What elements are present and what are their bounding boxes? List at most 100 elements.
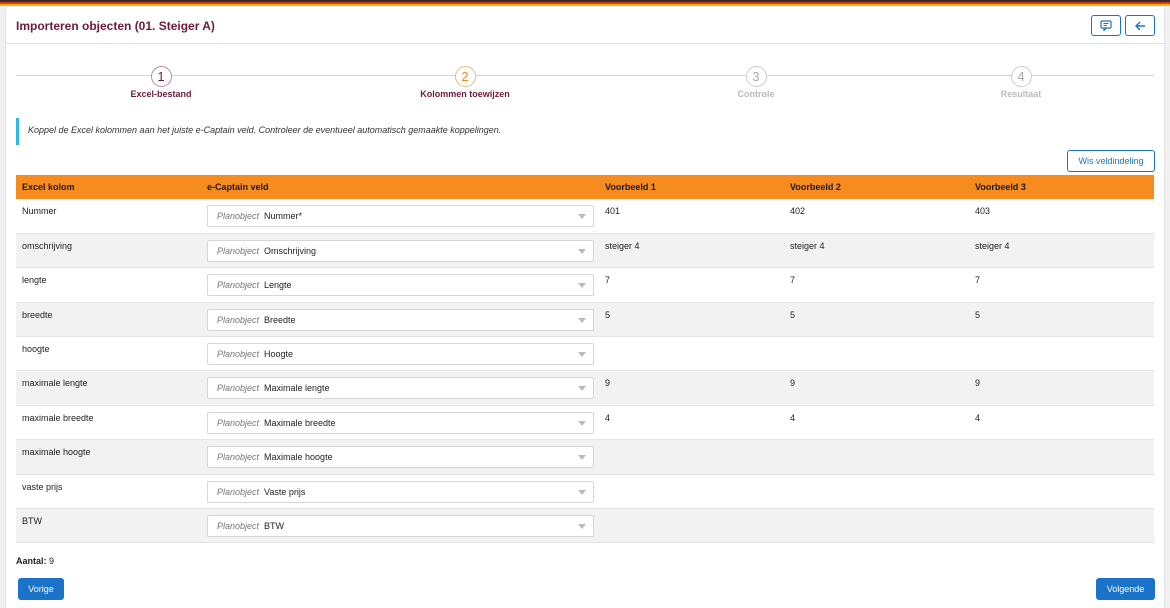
col-header-voorbeeld-2: Voorbeeld 2 bbox=[784, 175, 969, 199]
step-controle: 3 Controle bbox=[656, 66, 856, 99]
field-prefix: Planobject bbox=[217, 521, 260, 532]
field-select[interactable]: Planobject Hoogte bbox=[207, 343, 594, 366]
step-number: 3 bbox=[745, 66, 767, 87]
example-3-cell: 7 bbox=[975, 275, 981, 286]
col-header-voorbeeld-1: Voorbeeld 1 bbox=[599, 175, 784, 199]
table-row: maximale lengte Planobject Maximale lengte… bbox=[16, 370, 1154, 406]
table-row: lengte Planobject Lengte 7 7 7 bbox=[16, 268, 1154, 303]
arrow-left-icon bbox=[1134, 21, 1145, 30]
chevron-down-icon bbox=[578, 420, 586, 426]
field-select[interactable]: Planobject Lengte bbox=[207, 274, 594, 297]
example-1-cell bbox=[599, 337, 784, 371]
example-2-cell bbox=[784, 337, 969, 371]
field-select[interactable]: Planobject Vaste prijs bbox=[207, 480, 594, 503]
field-cell: Planobject Lengte bbox=[201, 268, 599, 302]
example-1-cell: 5 bbox=[605, 309, 611, 320]
excel-column-cell: Nummer bbox=[22, 206, 57, 216]
previous-button[interactable]: Vorige bbox=[18, 578, 64, 600]
example-2-cell bbox=[784, 474, 969, 508]
clear-mapping-button[interactable]: Wis veldindeling bbox=[1067, 150, 1155, 172]
table-header-row: Excel kolom e-Captain veld Voorbeeld 1 V… bbox=[16, 175, 1154, 199]
col-header-ecaptain-veld: e-Captain veld bbox=[201, 175, 599, 199]
example-1-cell: steiger 4 bbox=[605, 240, 640, 251]
example-1-cell bbox=[599, 440, 784, 474]
field-value: Maximale hoogte bbox=[264, 452, 333, 463]
field-value: Lengte bbox=[264, 280, 292, 291]
example-1-cell bbox=[599, 509, 784, 543]
excel-column-cell: maximale hoogte bbox=[22, 447, 91, 458]
chevron-down-icon bbox=[578, 248, 586, 254]
excel-column-cell: lengte bbox=[22, 275, 47, 286]
step-label: Kolommen toewijzen bbox=[420, 89, 510, 99]
excel-column-cell: omschrijving bbox=[22, 240, 73, 251]
field-cell: Planobject BTW bbox=[201, 509, 599, 543]
field-prefix: Planobject bbox=[217, 349, 260, 360]
field-select[interactable]: Planobject Nummer* bbox=[207, 205, 594, 227]
example-2-cell bbox=[784, 509, 969, 543]
table-row: BTW Planobject BTW bbox=[16, 508, 1154, 543]
example-3-cell: 9 bbox=[975, 378, 981, 389]
example-3-cell bbox=[969, 509, 1154, 543]
example-1-cell: 4 bbox=[605, 412, 611, 423]
field-select[interactable]: Planobject Maximale breedte bbox=[207, 411, 594, 434]
chevron-down-icon bbox=[578, 352, 586, 358]
example-3-cell bbox=[969, 440, 1154, 474]
field-cell: Planobject Maximale breedte bbox=[201, 405, 599, 439]
step-number: 2 bbox=[454, 66, 476, 87]
excel-column-cell: maximale lengte bbox=[22, 378, 88, 389]
record-count: Aantal: 9 bbox=[16, 556, 54, 566]
import-panel: Importeren objecten (01. Steiger A) 1 Ex… bbox=[5, 7, 1165, 608]
excel-column-cell: vaste prijs bbox=[22, 481, 63, 492]
chevron-down-icon bbox=[578, 455, 586, 461]
field-value: Maximale lengte bbox=[264, 383, 330, 394]
chevron-down-icon bbox=[578, 524, 586, 530]
field-select[interactable]: Planobject Maximale hoogte bbox=[207, 446, 594, 469]
step-kolommen-toewijzen[interactable]: 2 Kolommen toewijzen bbox=[365, 66, 565, 99]
example-1-cell bbox=[599, 474, 784, 508]
back-button[interactable] bbox=[1125, 15, 1155, 36]
field-cell: Planobject Hoogte bbox=[201, 337, 599, 371]
step-excel-bestand[interactable]: 1 Excel-bestand bbox=[61, 66, 261, 99]
example-2-cell: steiger 4 bbox=[790, 240, 825, 251]
example-3-cell: 403 bbox=[975, 206, 991, 216]
example-3-cell: 4 bbox=[975, 412, 981, 423]
example-2-cell: 7 bbox=[790, 275, 796, 286]
step-number: 4 bbox=[1010, 66, 1032, 87]
example-2-cell: 4 bbox=[790, 412, 796, 423]
field-cell: Planobject Maximale lengte bbox=[201, 371, 599, 405]
table-row: breedte Planobject Breedte 5 5 5 bbox=[16, 302, 1154, 337]
comment-icon bbox=[1100, 20, 1112, 31]
field-select[interactable]: Planobject BTW bbox=[207, 515, 594, 538]
field-value: Breedte bbox=[264, 314, 296, 325]
step-label: Resultaat bbox=[1000, 89, 1042, 99]
field-value: Vaste prijs bbox=[264, 486, 306, 497]
chevron-down-icon bbox=[578, 386, 586, 392]
excel-column-cell: maximale breedte bbox=[22, 412, 94, 423]
col-header-excel-kolom: Excel kolom bbox=[16, 175, 201, 199]
table-row: Nummer Planobject Nummer* 401 402 403 bbox=[16, 199, 1154, 234]
field-cell: Planobject Omschrijving bbox=[201, 233, 599, 267]
field-prefix: Planobject bbox=[217, 211, 260, 221]
field-select[interactable]: Planobject Breedte bbox=[207, 308, 594, 331]
field-prefix: Planobject bbox=[217, 486, 260, 497]
field-prefix: Planobject bbox=[217, 383, 260, 394]
field-cell: Planobject Vaste prijs bbox=[201, 474, 599, 508]
step-number: 1 bbox=[150, 66, 172, 87]
field-value: BTW bbox=[264, 521, 285, 532]
count-label: Aantal: bbox=[16, 556, 47, 566]
table-row: maximale breedte Planobject Maximale breed… bbox=[16, 405, 1154, 440]
table-row: hoogte Planobject Hoogte bbox=[16, 337, 1154, 371]
field-value: Maximale breedte bbox=[264, 417, 336, 428]
field-value: Hoogte bbox=[264, 349, 294, 360]
next-button[interactable]: Volgende bbox=[1096, 578, 1155, 600]
step-label: Controle bbox=[737, 89, 775, 99]
excel-column-cell: breedte bbox=[22, 309, 53, 320]
field-value: Nummer* bbox=[264, 211, 303, 221]
field-select[interactable]: Planobject Omschrijving bbox=[207, 239, 594, 262]
col-header-voorbeeld-3: Voorbeeld 3 bbox=[969, 175, 1154, 199]
field-prefix: Planobject bbox=[217, 245, 260, 256]
field-cell: Planobject Maximale hoogte bbox=[201, 440, 599, 474]
chevron-down-icon bbox=[578, 317, 586, 323]
field-select[interactable]: Planobject Maximale lengte bbox=[207, 377, 594, 400]
comment-button[interactable] bbox=[1091, 15, 1121, 36]
